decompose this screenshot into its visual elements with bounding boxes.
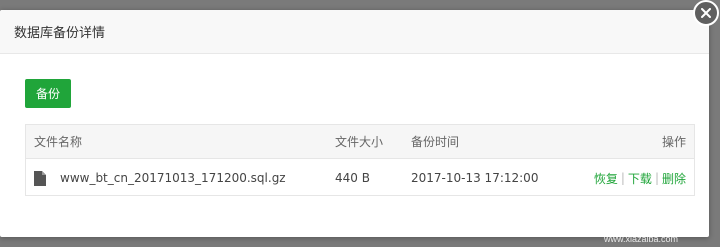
header-file-name: 文件名称	[34, 135, 83, 149]
backup-table: 文件名称 文件大小 备份时间 操作 www_bt_cn_20171013_171…	[25, 124, 695, 196]
op-separator: |	[620, 171, 625, 185]
row-file-name-cell: www_bt_cn_20171013_171200.sql.gz	[34, 159, 286, 197]
download-link[interactable]: 下载	[628, 170, 652, 187]
watermark-logo: 下载吧 www.xiazaiba.com	[592, 197, 678, 244]
backup-button[interactable]: 备份	[25, 79, 71, 108]
restore-link[interactable]: 恢复	[594, 170, 618, 187]
file-size: 440 B	[335, 171, 370, 185]
header-file-size: 文件大小	[335, 135, 384, 149]
watermark-url: www.xiazaiba.com	[603, 234, 678, 244]
file-name: www_bt_cn_20171013_171200.sql.gz	[60, 171, 286, 185]
dialog-title: 数据库备份详情	[14, 26, 106, 41]
backup-time: 2017-10-13 17:12:00	[411, 171, 539, 185]
table-header: 文件名称 文件大小 备份时间 操作	[26, 125, 694, 159]
close-button[interactable]	[693, 0, 719, 26]
file-icon	[34, 170, 46, 186]
dialog-header: 数据库备份详情	[0, 10, 709, 54]
header-backup-time: 备份时间	[411, 135, 460, 149]
op-separator: |	[654, 171, 659, 185]
delete-link[interactable]: 删除	[662, 170, 686, 187]
watermark-logo-text: 下载吧	[592, 197, 676, 228]
header-operations: 操作	[661, 135, 686, 149]
close-icon	[701, 8, 711, 18]
